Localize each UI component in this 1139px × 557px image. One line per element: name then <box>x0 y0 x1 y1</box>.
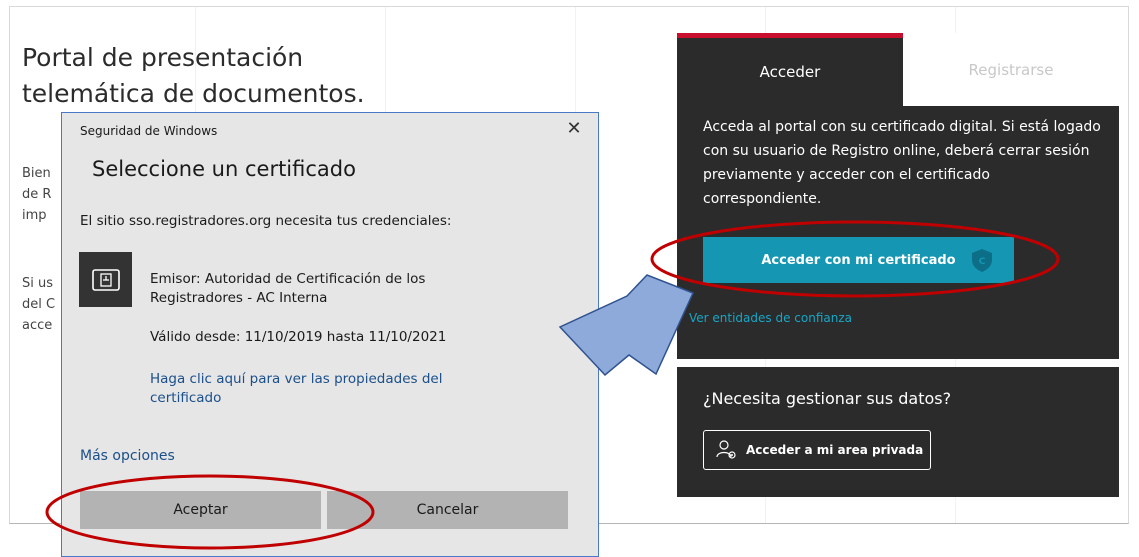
manage-data-panel: ¿Necesita gestionar sus datos? Acceder a… <box>677 367 1119 497</box>
dialog-heading: Seleccione un certificado <box>92 157 356 181</box>
certificate-properties-link[interactable]: Haga clic aquí para ver las propiedades … <box>150 370 510 408</box>
private-area-label: Acceder a mi area privada <box>746 443 924 457</box>
certificate-login-label: Acceder con mi certificado <box>761 252 956 268</box>
close-icon[interactable]: ✕ <box>564 119 584 139</box>
certificate-glyph <box>91 268 120 291</box>
trust-entities-link[interactable]: Ver entidades de confianza <box>689 311 852 325</box>
dialog-subtitle: El sitio sso.registradores.org necesita … <box>80 213 452 229</box>
dialog-window-title: Seguridad de Windows <box>80 124 218 138</box>
certificate-validity: Válido desde: 11/10/2019 hasta 11/10/202… <box>150 329 447 345</box>
shield-letter: C <box>979 257 986 267</box>
tab-registrarse[interactable]: Registrarse <box>903 33 1119 106</box>
cancel-button[interactable]: Cancelar <box>327 491 568 529</box>
shield-icon: C <box>972 249 992 272</box>
login-description: Acceda al portal con su certificado digi… <box>703 119 1101 207</box>
private-area-button[interactable]: Acceder a mi area privada <box>703 430 931 470</box>
accept-button[interactable]: Aceptar <box>80 491 321 529</box>
manage-data-title: ¿Necesita gestionar sus datos? <box>703 389 952 408</box>
certificate-login-button[interactable]: Acceder con mi certificado C <box>703 237 1014 283</box>
certificate-issuer-line[interactable]: Emisor: Autoridad de Certificación de lo… <box>150 270 425 289</box>
page-title: Portal de presentación telemática de doc… <box>22 43 365 108</box>
login-panel: Acceder Registrarse Acceda al portal con… <box>677 33 1119 359</box>
tab-acceder[interactable]: Acceder <box>677 33 903 106</box>
user-gear-icon <box>716 440 736 459</box>
certificate-dialog: Seguridad de Windows ✕ Seleccione un cer… <box>61 112 599 557</box>
certificate-issuer-line[interactable]: Registradores - AC Interna <box>150 289 327 308</box>
certificate-icon <box>79 252 132 307</box>
more-options-link[interactable]: Más opciones <box>80 448 175 464</box>
